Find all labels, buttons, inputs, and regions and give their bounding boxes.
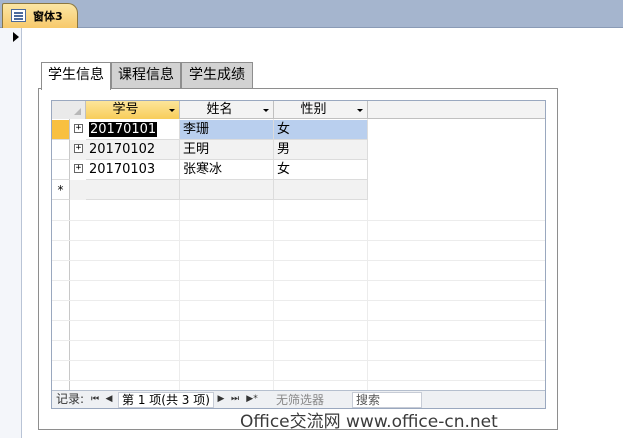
chevron-down-icon[interactable]: [357, 109, 363, 112]
next-record-icon[interactable]: ▶: [216, 391, 226, 408]
expand-icon[interactable]: +: [74, 144, 83, 153]
select-all-corner[interactable]: [52, 101, 86, 119]
grid-line: [52, 360, 545, 361]
expand-icon[interactable]: +: [74, 124, 83, 133]
cell-student-id[interactable]: 20170101: [86, 120, 180, 140]
grid-line: [52, 240, 545, 241]
table-row[interactable]: + 20170101 李珊 女: [52, 120, 368, 140]
document-tab[interactable]: 窗体3: [2, 3, 78, 28]
grid-line: [52, 260, 545, 261]
filter-indicator[interactable]: 无筛选器: [276, 392, 324, 408]
datasheet-header: 学号 姓名 性别: [52, 101, 545, 119]
cell-gender[interactable]: 男: [274, 140, 368, 160]
column-header-student-id[interactable]: 学号: [86, 101, 180, 119]
table-row[interactable]: + 20170103 张寒冰 女: [52, 160, 368, 180]
grid-line: [52, 340, 545, 341]
expand-icon[interactable]: +: [74, 164, 83, 173]
chevron-down-icon[interactable]: [263, 109, 269, 112]
tab-course-info[interactable]: 课程信息: [111, 62, 181, 88]
record-navigation-bar: 记录: ⏮ ◀ 第 1 项(共 3 项) ▶ ⏭ ▶* 无筛选器 搜索: [52, 390, 545, 408]
row-selector[interactable]: [52, 140, 70, 160]
search-input[interactable]: 搜索: [352, 392, 422, 408]
tab-control: 学生信息 课程信息 学生成绩 学号 姓名 性别 + 20170101 李珊 女 …: [38, 62, 558, 430]
tab-student-info[interactable]: 学生信息: [41, 62, 111, 90]
chevron-down-icon[interactable]: [169, 109, 175, 112]
row-selector[interactable]: [52, 120, 70, 140]
previous-record-icon[interactable]: ◀: [104, 391, 114, 408]
grid-line: [52, 220, 545, 221]
cell-student-id[interactable]: 20170102: [86, 140, 180, 160]
cell-name[interactable]: 李珊: [180, 120, 274, 140]
row-selector[interactable]: [52, 160, 70, 180]
subform-datasheet: 学号 姓名 性别 + 20170101 李珊 女 + 20170102 王明 男…: [51, 100, 546, 409]
grid-line: [52, 300, 545, 301]
document-tab-bar: 窗体3: [0, 0, 623, 28]
cell-gender[interactable]: [274, 180, 368, 200]
grid-line: [52, 320, 545, 321]
new-record-marker[interactable]: *: [52, 180, 70, 200]
document-tab-title: 窗体3: [33, 10, 63, 23]
tab-panel: 学号 姓名 性别 + 20170101 李珊 女 + 20170102 王明 男…: [38, 88, 558, 430]
watermark: Office交流网 www.office-cn.net: [240, 412, 498, 432]
current-record-arrow-icon: [13, 32, 19, 42]
tab-student-grades[interactable]: 学生成绩: [181, 62, 253, 88]
cell-name[interactable]: [180, 180, 274, 200]
form-icon: [11, 9, 26, 22]
grid-line: [52, 380, 545, 381]
cell-student-id[interactable]: 20170103: [86, 160, 180, 180]
column-header-gender[interactable]: 性别: [274, 101, 368, 119]
cell-gender[interactable]: 女: [274, 120, 368, 140]
record-label: 记录:: [56, 392, 85, 406]
cell-name[interactable]: 张寒冰: [180, 160, 274, 180]
cell-gender[interactable]: 女: [274, 160, 368, 180]
new-record-row[interactable]: *: [52, 180, 368, 200]
cell-student-id[interactable]: [86, 180, 180, 200]
form-record-selector[interactable]: [0, 28, 22, 438]
first-record-icon[interactable]: ⏮: [90, 391, 100, 408]
last-record-icon[interactable]: ⏭: [230, 391, 240, 408]
record-position-field[interactable]: 第 1 项(共 3 项): [118, 392, 214, 408]
new-record-icon[interactable]: ▶*: [244, 391, 260, 408]
column-header-name[interactable]: 姓名: [180, 101, 274, 119]
grid-line: [52, 280, 545, 281]
table-row[interactable]: + 20170102 王明 男: [52, 140, 368, 160]
cell-name[interactable]: 王明: [180, 140, 274, 160]
